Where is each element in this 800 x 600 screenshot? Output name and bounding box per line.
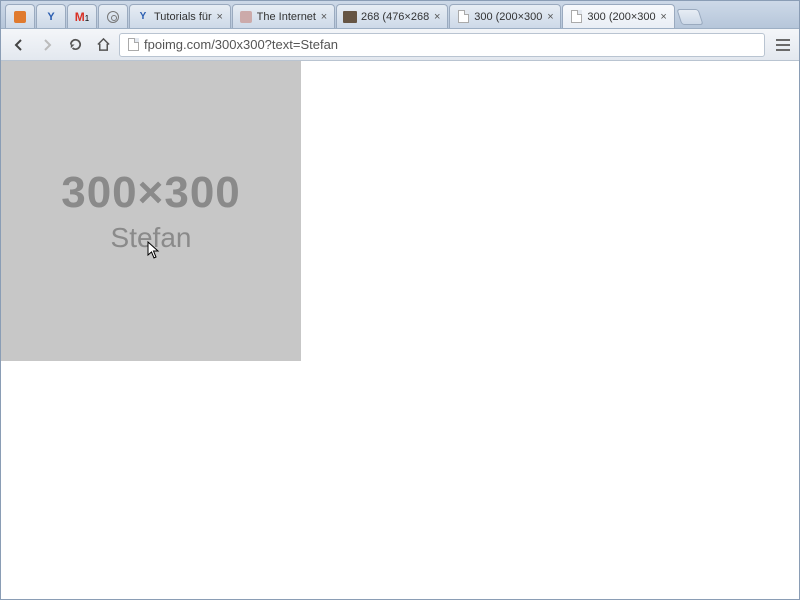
tab-internet[interactable]: The Internet × [232,4,335,28]
close-icon[interactable]: × [318,11,330,23]
placeholder-image: 300×300 Stefan [1,61,301,361]
pinned-tab-1[interactable] [5,4,35,28]
page-viewport: 300×300 Stefan [1,61,799,599]
placeholder-text: Stefan [111,222,192,254]
doc-icon [456,10,470,24]
tab-tutorials[interactable]: Y Tutorials für × [129,4,231,28]
tab-300-b[interactable]: 300 (200×300 × [562,4,674,28]
yoast-icon: Y [47,11,54,23]
tab-label: Tutorials für [154,11,212,23]
placeholder-dimensions: 300×300 [61,168,241,218]
home-button[interactable] [91,33,115,57]
head-icon [239,10,253,24]
tab-label: 268 (476×268 [361,11,429,23]
pinned-tab-4[interactable] [98,4,128,28]
close-icon[interactable]: × [214,11,226,23]
tab-300-a[interactable]: 300 (200×300 × [449,4,561,28]
hamburger-icon [776,39,790,41]
home-icon [96,37,111,52]
tab-label: The Internet [257,11,316,23]
gmail-icon: M1 [75,11,89,23]
thumb-icon [343,10,357,24]
doc-icon [569,10,583,24]
reload-button[interactable] [63,33,87,57]
tab-label: 300 (200×300 [587,11,655,23]
new-tab-button[interactable] [676,9,703,25]
menu-button[interactable] [773,35,793,55]
orange-square-icon [14,11,26,23]
toolbar: fpoimg.com/300x300?text=Stefan [1,29,799,61]
back-button[interactable] [7,33,31,57]
page-icon [126,38,140,52]
pinned-tab-3[interactable]: M1 [67,4,97,28]
browser-window: Y M1 Y Tutorials für × The Internet × 26… [0,0,800,600]
arrow-right-icon [39,37,55,53]
close-icon[interactable]: × [544,11,556,23]
arrow-left-icon [11,37,27,53]
tab-strip: Y M1 Y Tutorials für × The Internet × 26… [1,1,799,29]
close-icon[interactable]: × [658,11,670,23]
forward-button[interactable] [35,33,59,57]
tab-label: 300 (200×300 [474,11,542,23]
tab-268[interactable]: 268 (476×268 × [336,4,448,28]
pinned-tabs: Y M1 [5,4,129,28]
url-text: fpoimg.com/300x300?text=Stefan [144,37,338,52]
close-icon[interactable]: × [431,11,443,23]
circle-icon [107,11,119,23]
address-bar[interactable]: fpoimg.com/300x300?text=Stefan [119,33,765,57]
yoast-icon: Y [136,10,150,24]
reload-icon [68,37,83,52]
pinned-tab-2[interactable]: Y [36,4,66,28]
